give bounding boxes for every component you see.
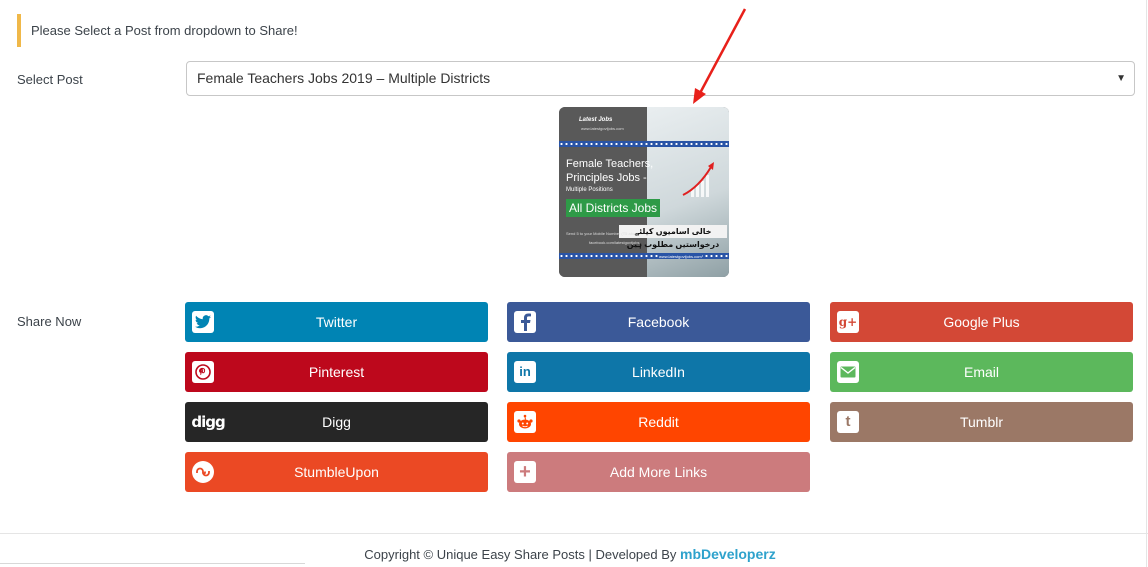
twitter-share-button[interactable]: Twitter	[185, 302, 488, 342]
thumbnail-dots-top	[559, 141, 729, 147]
thumbnail-headline-line2: Principles Jobs -	[566, 172, 647, 184]
thumbnail-site: www.latestgovtjobs.com	[659, 254, 702, 259]
post-select-dropdown[interactable]: Female Teachers Jobs 2019 – Multiple Dis…	[186, 61, 1135, 96]
horizontal-scrollbar[interactable]	[0, 563, 305, 567]
pinterest-share-button[interactable]: Pinterest	[185, 352, 488, 392]
stumbleupon-icon	[192, 461, 214, 483]
email-share-button[interactable]: Email	[830, 352, 1133, 392]
twitter-label: Twitter	[315, 314, 358, 330]
footer-divider	[0, 533, 1148, 534]
share-now-label: Share Now	[17, 314, 82, 329]
thumbnail-brand-sub: www.latestgovtjobs.com	[581, 126, 624, 131]
google-plus-share-button[interactable]: g+ Google Plus	[830, 302, 1133, 342]
email-icon	[837, 361, 859, 383]
stumbleupon-label: StumbleUpon	[294, 464, 379, 480]
tumblr-label: Tumblr	[959, 414, 1004, 430]
thumbnail-brand: Latest Jobs	[579, 117, 613, 123]
linkedin-share-button[interactable]: in LinkedIn	[507, 352, 810, 392]
google-plus-icon: g+	[837, 311, 859, 333]
facebook-label: Facebook	[627, 314, 690, 330]
thumbnail-banner: All Districts Jobs	[566, 199, 661, 217]
linkedin-icon: in	[514, 361, 536, 383]
footer-copyright: Copyright © Unique Easy Share Posts | De…	[364, 547, 681, 562]
stumbleupon-share-button[interactable]: StumbleUpon	[185, 452, 488, 492]
facebook-icon	[514, 311, 536, 333]
footer: Copyright © Unique Easy Share Posts | De…	[0, 546, 1140, 562]
notice-message: Please Select a Post from dropdown to Sh…	[17, 14, 317, 47]
select-post-label: Select Post	[17, 72, 83, 87]
post-select-value: Female Teachers Jobs 2019 – Multiple Dis…	[197, 70, 491, 86]
digg-label: Digg	[322, 414, 351, 430]
thumbnail-headline-line1: Female Teachers,	[566, 158, 654, 170]
facebook-share-button[interactable]: Facebook	[507, 302, 810, 342]
reddit-label: Reddit	[638, 414, 679, 430]
reddit-icon	[514, 411, 536, 433]
thumbnail-small-line: Send 5 to your Mobile Number (T5 abcs)	[566, 231, 639, 236]
pinterest-icon	[192, 361, 214, 383]
right-border	[1146, 0, 1147, 567]
reddit-share-button[interactable]: Reddit	[507, 402, 810, 442]
linkedin-label: LinkedIn	[632, 364, 685, 380]
tumblr-share-button[interactable]: t Tumblr	[830, 402, 1133, 442]
email-label: Email	[963, 364, 999, 380]
footer-developer-link[interactable]: mbDeveloperz	[680, 546, 776, 562]
digg-icon: digg	[191, 413, 225, 431]
digg-share-button[interactable]: digg Digg	[185, 402, 488, 442]
twitter-icon	[192, 311, 214, 333]
add-more-links-button[interactable]: + Add More Links	[507, 452, 810, 492]
google-plus-label: Google Plus	[943, 314, 1020, 330]
thumbnail-facebook: facebook.com/latestgovtjobs	[589, 240, 640, 245]
thumbnail-headline: Female Teachers, Principles Jobs -	[566, 157, 653, 185]
add-more-links-label: Add More Links	[609, 464, 708, 480]
post-thumbnail: Latest Jobs www.latestgovtjobs.com Femal…	[559, 107, 729, 277]
tumblr-icon: t	[837, 411, 859, 433]
notice-text: Please Select a Post from dropdown to Sh…	[31, 23, 298, 38]
growth-chart-icon	[682, 162, 714, 197]
plus-icon: +	[514, 461, 536, 483]
caret-down-icon: ▼	[1116, 73, 1126, 84]
pinterest-label: Pinterest	[308, 364, 365, 380]
thumbnail-dots-bottom	[559, 253, 729, 259]
thumbnail-sub: Multiple Positions	[566, 187, 613, 193]
